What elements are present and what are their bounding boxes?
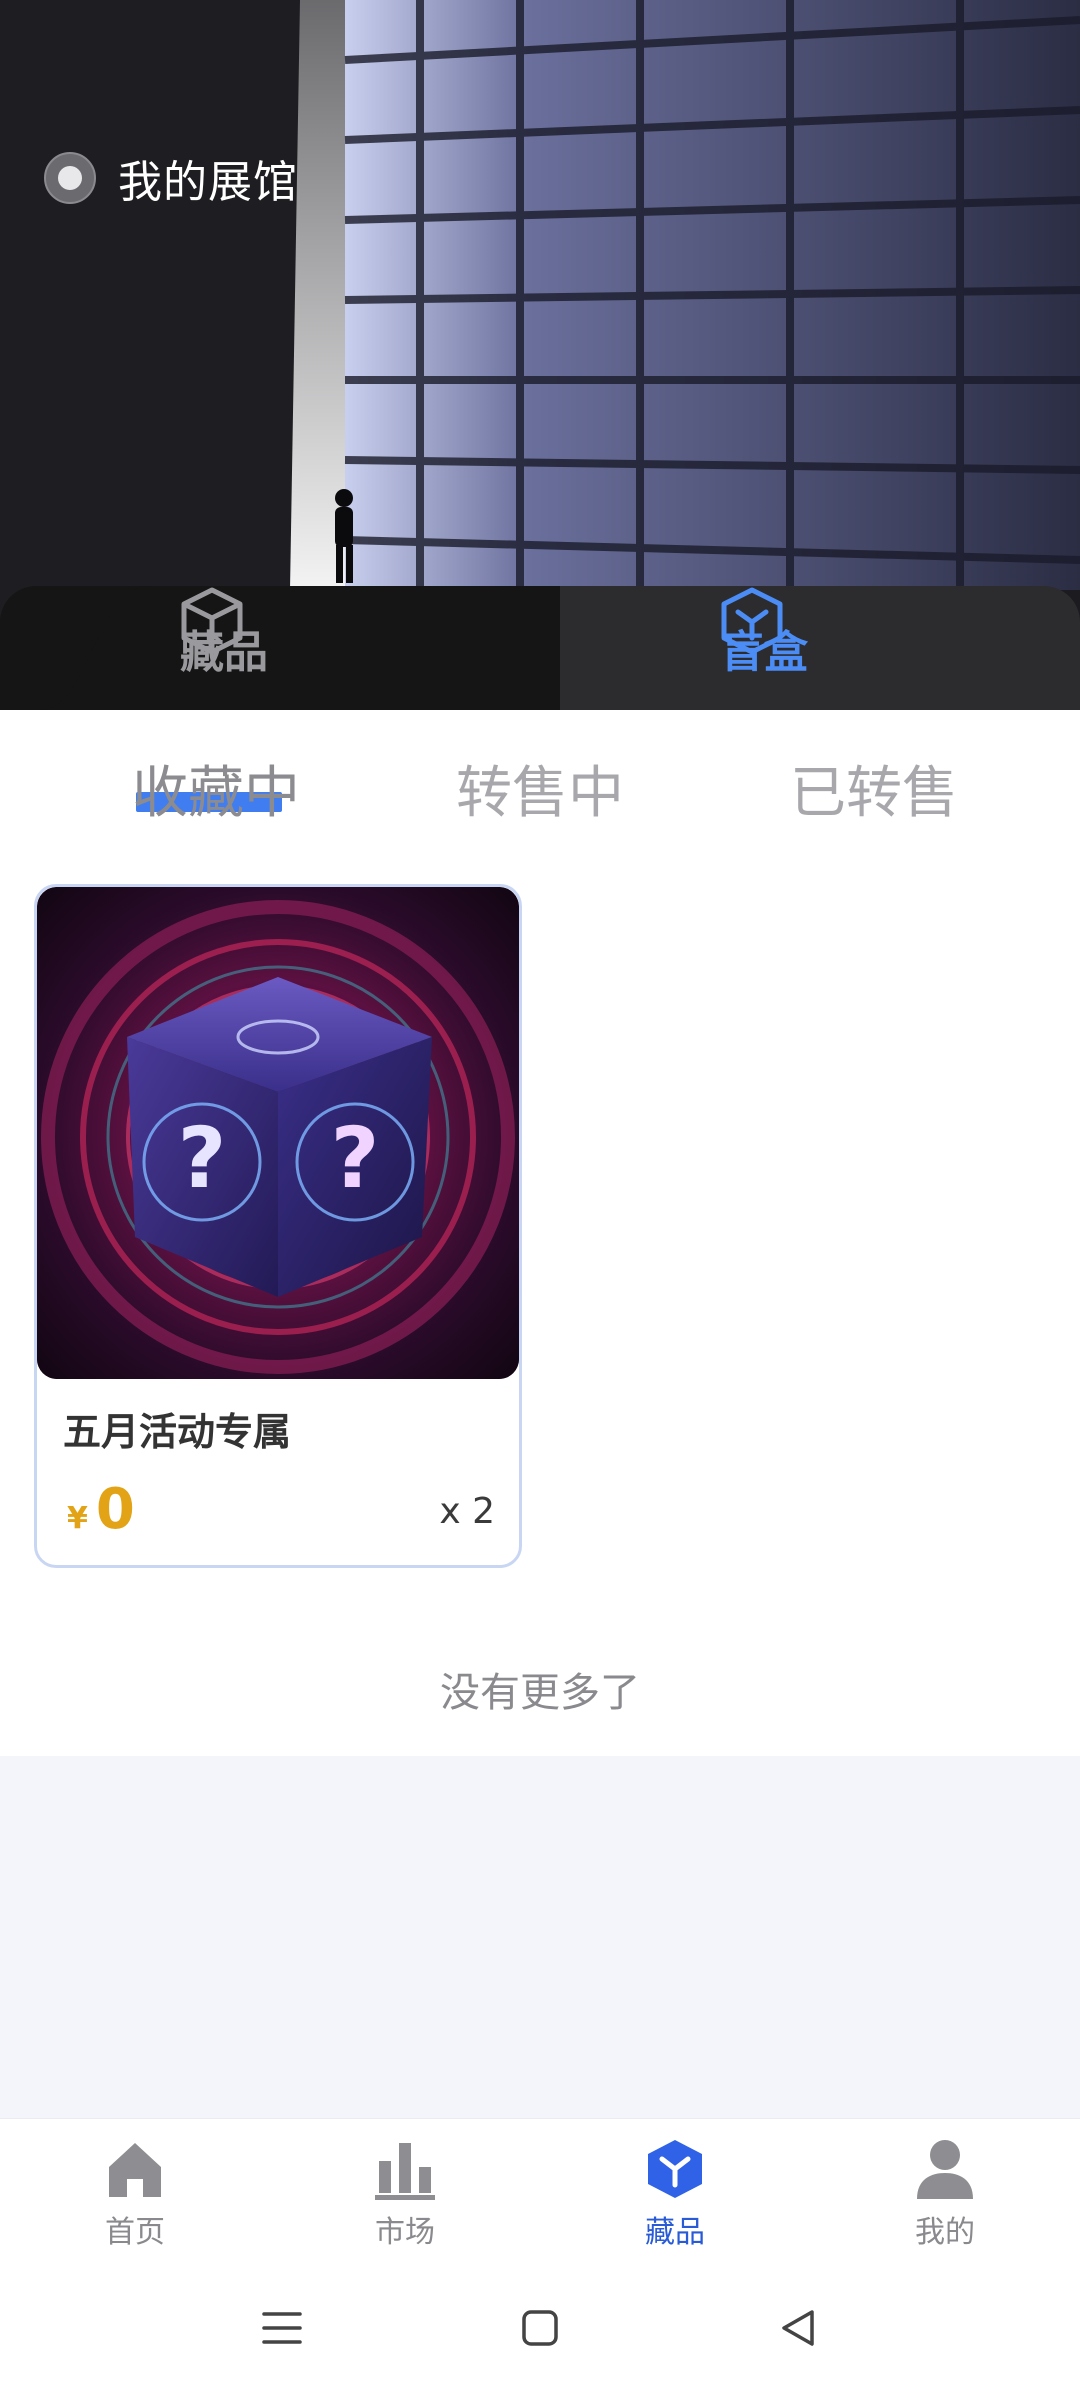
profile-icon [917,2140,973,2199]
hero-title-text: 我的展馆 [118,157,298,208]
system-navigation-bar [0,2268,1080,2400]
nav-collection-label: 藏品 [645,2215,705,2250]
segment-blind-box[interactable]: 盲盒 [720,586,808,710]
nav-profile-label: 我的 [915,2215,975,2250]
record-icon [44,152,96,204]
market-chart-icon [375,2143,435,2200]
tab-collecting[interactable]: 收藏中 [132,748,300,829]
card-price: ¥ 0 [67,1477,135,1542]
currency-symbol: ¥ [67,1501,88,1536]
bottom-navigation: 首页 市场 藏品 我的 [0,2118,1080,2268]
tab-reselling[interactable]: 转售中 [456,748,624,829]
nav-collection[interactable]: 藏品 [575,2137,775,2251]
card-title: 五月活动专属 [63,1410,292,1454]
nav-market-label: 市场 [375,2215,435,2250]
nav-profile[interactable]: 我的 [845,2137,1045,2251]
hero-title: 我的展馆 [44,146,298,210]
mystery-cube-image: ? ? [37,887,519,1379]
blind-box-image: ? ? [37,887,519,1379]
svg-text:?: ? [178,1109,227,1207]
card-quantity: x 2 [439,1491,495,1532]
blind-box-hex-icon [721,587,783,655]
list-end-text: 没有更多了 [440,1670,640,1716]
tab-resold[interactable]: 已转售 [790,748,958,829]
nav-home[interactable]: 首页 [35,2137,235,2251]
home-icon [109,2143,161,2197]
status-tabs: 收藏中 转售中 已转售 [0,710,1080,850]
nav-home-label: 首页 [105,2215,165,2250]
price-value: 0 [95,1477,135,1542]
blind-box-card[interactable]: ? ? 五月活动专属 ¥ 0 x 2 [34,884,522,1568]
nav-market[interactable]: 市场 [305,2137,505,2251]
empty-area [0,1756,1080,2118]
back-triangle-icon[interactable] [778,2308,818,2348]
menu-icon[interactable] [262,2308,302,2348]
svg-text:?: ? [331,1109,380,1207]
segment-collection[interactable]: 藏品 [180,586,268,710]
collection-cube-icon [648,2140,702,2198]
segment-bar: 藏品 盲盒 [0,586,1080,710]
home-square-icon[interactable] [520,2308,560,2348]
hero-banner: 我的展馆 藏品 盲盒 [0,0,1080,710]
cube-outline-icon [181,587,243,655]
